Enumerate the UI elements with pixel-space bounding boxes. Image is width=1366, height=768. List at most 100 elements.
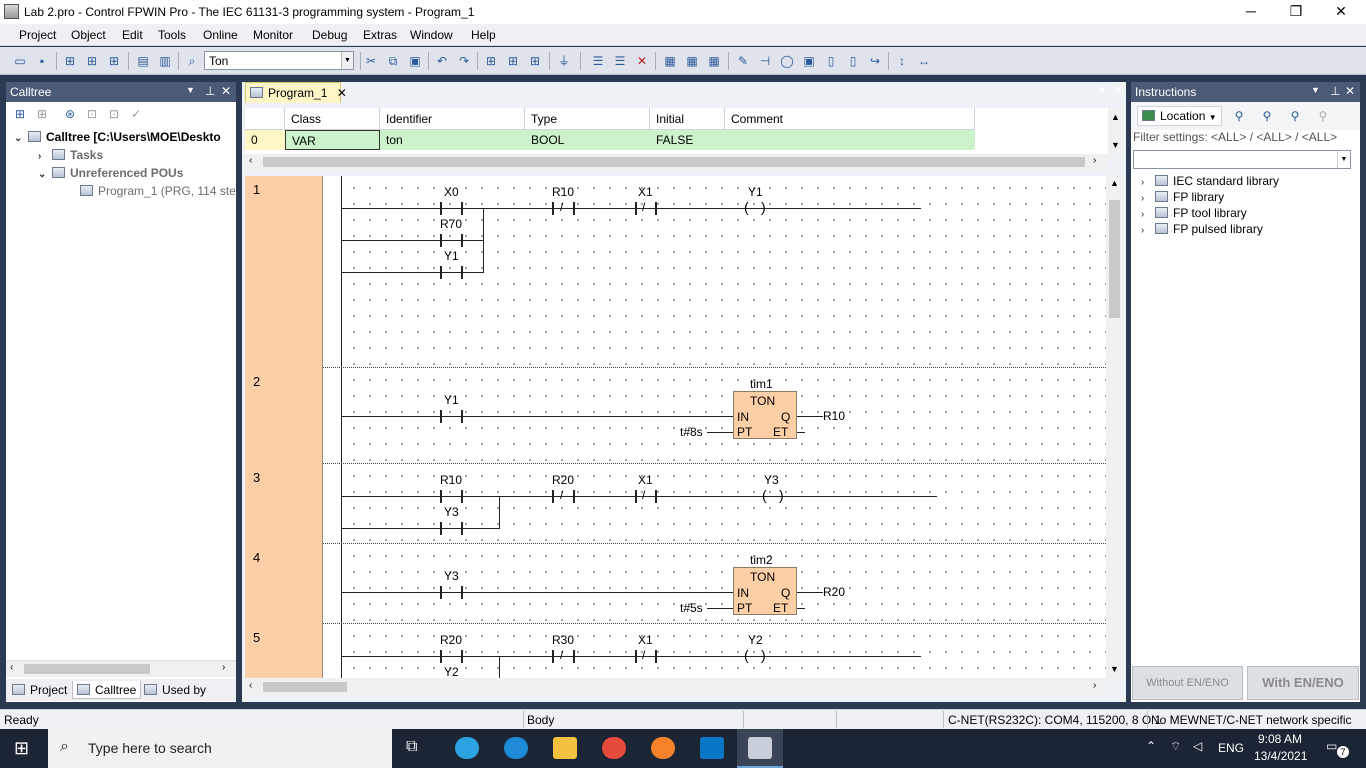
- col-header-comment[interactable]: Comment: [725, 108, 975, 130]
- contact-label[interactable]: Y1: [444, 249, 459, 263]
- expanded-icon[interactable]: ⌄: [38, 169, 48, 180]
- rung-1[interactable]: 1 / / () X0 R70 Y1 R10 X1 Y1: [245, 176, 1106, 368]
- menu-object[interactable]: Object: [71, 28, 106, 42]
- chevron-down-icon[interactable]: ▼: [1337, 151, 1350, 168]
- scroll-left-icon[interactable]: ‹: [10, 662, 13, 673]
- contact-label[interactable]: R20: [552, 473, 574, 487]
- fb-icon[interactable]: ▣: [801, 53, 817, 69]
- save-icon[interactable]: ▪: [34, 53, 50, 69]
- location-dropdown[interactable]: Location ▼: [1137, 106, 1222, 126]
- telegram-icon[interactable]: [455, 737, 479, 759]
- monitor-icon[interactable]: ▦: [662, 53, 678, 69]
- pt-value[interactable]: t#8s: [680, 425, 703, 439]
- with-en-eno-button[interactable]: With EN/ENO: [1247, 666, 1359, 700]
- horizontal-line-icon[interactable]: ↔: [916, 53, 932, 69]
- col-header-type[interactable]: Type: [525, 108, 650, 130]
- close-icon[interactable]: ✕: [337, 86, 347, 100]
- filter-clear-icon[interactable]: ⚲: [1315, 108, 1331, 124]
- function-block-ton[interactable]: TON IN Q PT ET: [733, 567, 797, 615]
- collapsed-icon[interactable]: ›: [1141, 193, 1151, 204]
- tree-icon[interactable]: ⊞: [12, 106, 28, 122]
- calltree-hscrollbar[interactable]: ‹ ›: [6, 660, 236, 677]
- volume-icon[interactable]: ◁: [1193, 739, 1202, 753]
- contact-label[interactable]: Y1: [444, 393, 459, 407]
- tab-program-1[interactable]: Program_1 ✕: [245, 82, 347, 103]
- menu-monitor[interactable]: Monitor: [253, 28, 293, 42]
- q-output-label[interactable]: R20: [823, 585, 845, 599]
- scroll-up-icon[interactable]: ▲: [1110, 178, 1119, 188]
- ladder-hscrollbar[interactable]: ‹ ›: [245, 679, 1106, 696]
- menu-edit[interactable]: Edit: [122, 28, 143, 42]
- chevron-down-icon[interactable]: ▼: [186, 85, 195, 95]
- contact-label[interactable]: X1: [638, 633, 653, 647]
- cell-comment[interactable]: [725, 130, 975, 150]
- fpwin-taskbar-button[interactable]: [737, 729, 783, 768]
- collapsed-icon[interactable]: ›: [38, 151, 48, 162]
- scroll-thumb[interactable]: [263, 682, 347, 692]
- rung-number[interactable]: 1: [245, 176, 323, 368]
- monitor-three-icon[interactable]: ▦: [706, 53, 722, 69]
- minimize-button[interactable]: ─: [1228, 0, 1274, 24]
- jump-icon[interactable]: ↪: [867, 53, 883, 69]
- menu-window[interactable]: Window: [410, 28, 453, 42]
- lib-fp-pulsed[interactable]: › FP pulsed library: [1141, 222, 1263, 236]
- scroll-left-icon[interactable]: ‹: [249, 680, 252, 691]
- pt-value[interactable]: t#5s: [680, 601, 703, 615]
- check-project-icon[interactable]: ⊞: [527, 53, 543, 69]
- online-icon[interactable]: ⏚: [556, 53, 572, 69]
- scroll-right-icon[interactable]: ›: [1093, 680, 1096, 691]
- edge-icon[interactable]: [504, 737, 528, 759]
- copy-icon[interactable]: ⧉: [385, 53, 401, 69]
- arduino-icon[interactable]: [700, 737, 724, 759]
- menu-tools[interactable]: Tools: [158, 28, 186, 42]
- fb-instance-label[interactable]: tim2: [750, 553, 773, 567]
- rung-4[interactable]: 4 Y3 tim2 TON IN Q PT ET t#5s R20: [245, 544, 1106, 624]
- var-icon[interactable]: ▯: [823, 53, 839, 69]
- var-hscrollbar[interactable]: ‹ ›: [245, 154, 1108, 171]
- menu-online[interactable]: Online: [203, 28, 238, 42]
- scroll-thumb[interactable]: [1109, 200, 1120, 318]
- app-icon[interactable]: [4, 4, 19, 19]
- collapsed-icon[interactable]: ›: [1141, 177, 1151, 188]
- print-preview-icon[interactable]: ▤: [135, 53, 151, 69]
- close-icon[interactable]: ✕: [1345, 84, 1355, 98]
- print-icon[interactable]: ▥: [157, 53, 173, 69]
- q-output-label[interactable]: R10: [823, 409, 845, 423]
- rung-number[interactable]: 5: [245, 624, 323, 678]
- firefox-icon[interactable]: [651, 737, 675, 759]
- contact-label[interactable]: R20: [440, 633, 462, 647]
- delete-network-icon[interactable]: ✕: [634, 53, 650, 69]
- rung-number[interactable]: 4: [245, 544, 323, 624]
- contact-label[interactable]: Y2: [444, 665, 459, 678]
- wifi-icon[interactable]: ⌔: [1170, 739, 1181, 754]
- cell-initial[interactable]: FALSE: [650, 130, 725, 150]
- insert-network-after-icon[interactable]: ☰: [612, 53, 628, 69]
- rung-3[interactable]: 3 / / () R10 Y3 R20 X1 Y3: [245, 464, 1106, 544]
- rung-number[interactable]: 2: [245, 368, 323, 464]
- close-icon[interactable]: ✕: [221, 84, 231, 98]
- restore-button[interactable]: ❐: [1273, 0, 1319, 24]
- pin-icon[interactable]: ⊥: [1330, 84, 1340, 98]
- new-pou-icon[interactable]: ⊞: [62, 53, 78, 69]
- ladder-vscrollbar[interactable]: ▲ ▼: [1106, 176, 1123, 678]
- search-combobox[interactable]: Ton ▼: [204, 51, 354, 70]
- function-block-ton[interactable]: TON IN Q PT ET: [733, 391, 797, 439]
- collapsed-icon[interactable]: ›: [1141, 225, 1151, 236]
- pin-icon[interactable]: ⊥: [205, 84, 215, 98]
- contact-label[interactable]: X1: [638, 473, 653, 487]
- scroll-right-icon[interactable]: ›: [222, 662, 225, 673]
- cut-icon[interactable]: ✂: [363, 53, 379, 69]
- cell-identifier[interactable]: ton: [380, 130, 525, 150]
- refresh-icon[interactable]: ⊛: [62, 106, 78, 122]
- scroll-up-icon[interactable]: ▲: [1111, 112, 1120, 122]
- scroll-right-icon[interactable]: ›: [1093, 155, 1096, 166]
- file-explorer-icon[interactable]: [553, 737, 577, 759]
- windows-start-icon[interactable]: ⊞: [14, 738, 29, 759]
- insert-network-icon[interactable]: ☰: [590, 53, 606, 69]
- pen-icon[interactable]: ✎: [735, 53, 751, 69]
- expanded-icon[interactable]: ⌄: [14, 133, 24, 144]
- contact-label[interactable]: X0: [444, 185, 459, 199]
- check-icon[interactable]: ✓: [128, 106, 144, 122]
- rung-number[interactable]: 3: [245, 464, 323, 544]
- scroll-down-icon[interactable]: ▼: [1111, 140, 1120, 150]
